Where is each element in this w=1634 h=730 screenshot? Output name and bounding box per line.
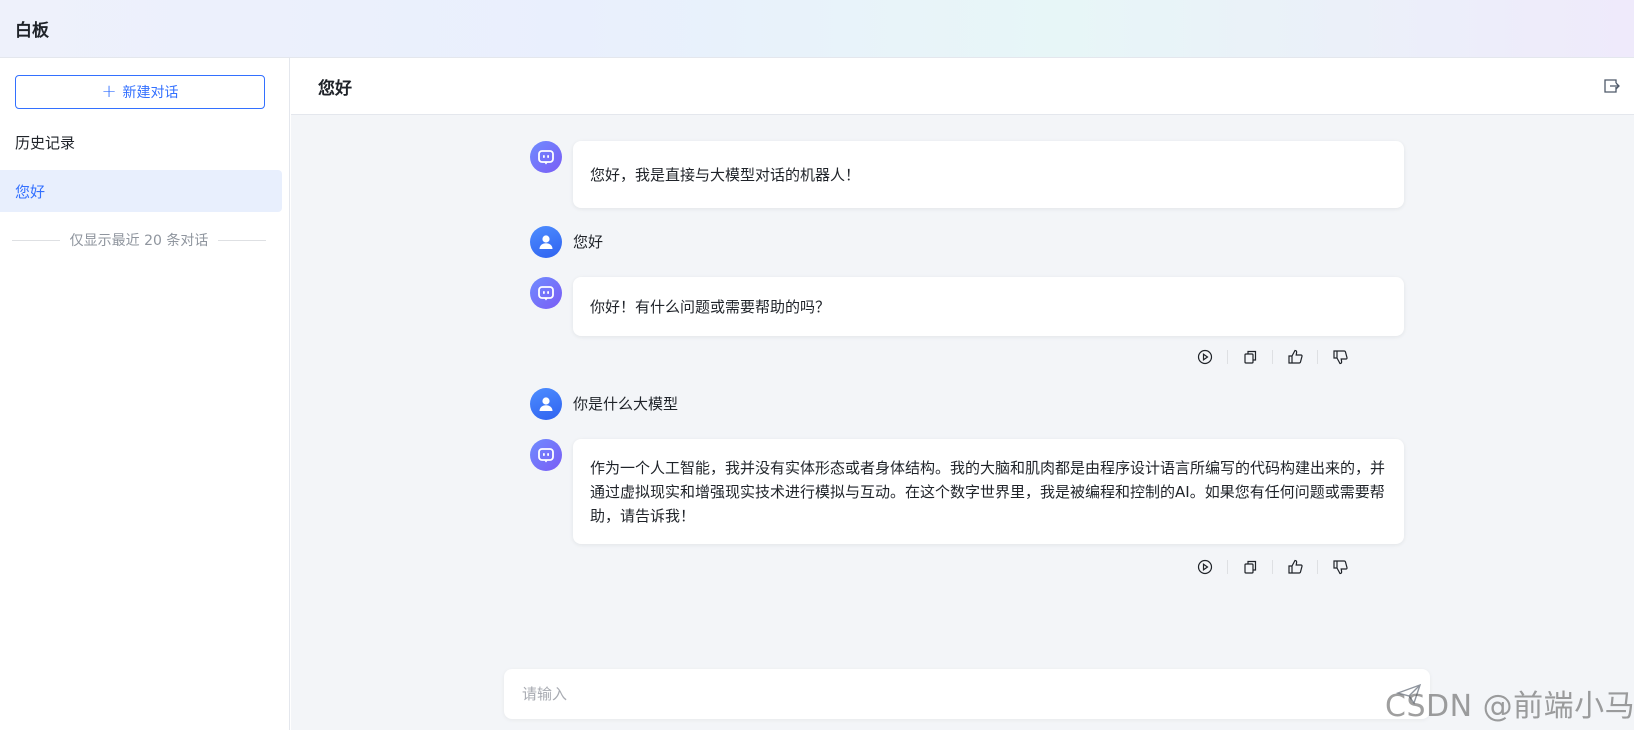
chat-input-box bbox=[504, 669, 1430, 719]
user-message: 您好 bbox=[573, 233, 604, 251]
chat-panel: 您好 您好，我是直接与大模型对话的机器人！ 您好 你好！有什么问题或需要帮助的吗… bbox=[291, 58, 1634, 730]
play-icon bbox=[1197, 559, 1213, 575]
user-icon bbox=[539, 235, 553, 249]
message-text: 您好，我是直接与大模型对话的机器人！ bbox=[590, 165, 861, 184]
robot-icon bbox=[538, 448, 554, 463]
export-icon[interactable] bbox=[1602, 77, 1620, 95]
copy-icon bbox=[1244, 560, 1257, 574]
message-actions bbox=[1183, 347, 1362, 367]
bot-message: 你好！有什么问题或需要帮助的吗？ bbox=[573, 277, 1404, 336]
bot-message: 您好，我是直接与大模型对话的机器人！ bbox=[573, 141, 1404, 208]
history-note: 仅显示最近 20 条对话 bbox=[12, 230, 266, 250]
watermark: CSDN @前端小马 bbox=[1385, 689, 1634, 724]
user-icon bbox=[539, 397, 553, 411]
history-note-text: 仅显示最近 20 条对话 bbox=[69, 233, 209, 249]
play-icon bbox=[1197, 349, 1213, 365]
app-title: 白板 bbox=[15, 21, 49, 41]
user-message: 你是什么大模型 bbox=[573, 395, 679, 413]
new-chat-label: 新建对话 bbox=[122, 85, 179, 101]
bot-avatar bbox=[530, 439, 562, 471]
like-button[interactable] bbox=[1273, 557, 1317, 577]
copy-button[interactable] bbox=[1228, 557, 1272, 577]
chat-header: 您好 bbox=[291, 58, 1634, 115]
like-button[interactable] bbox=[1273, 347, 1317, 367]
thumbs-down-icon bbox=[1333, 350, 1348, 365]
chat-input[interactable] bbox=[504, 669, 1430, 719]
history-heading: 历史记录 bbox=[15, 134, 76, 152]
dislike-button[interactable] bbox=[1318, 347, 1362, 367]
thumbs-down-icon bbox=[1333, 560, 1348, 575]
new-chat-button[interactable]: + 新建对话 bbox=[15, 75, 265, 109]
message-text: 作为一个人工智能，我并没有实体形态或者身体结构。我的大脑和肌肉都是由程序设计语言… bbox=[590, 459, 1386, 525]
user-avatar bbox=[530, 388, 562, 420]
copy-icon bbox=[1244, 350, 1257, 364]
copy-button[interactable] bbox=[1228, 347, 1272, 367]
dislike-button[interactable] bbox=[1318, 557, 1362, 577]
plus-icon: + bbox=[101, 81, 117, 102]
chat-title: 您好 bbox=[318, 78, 352, 99]
divider bbox=[12, 239, 60, 241]
thumbs-up-icon bbox=[1288, 349, 1303, 364]
bot-avatar bbox=[530, 141, 562, 173]
history-item[interactable]: 您好 bbox=[0, 170, 282, 212]
divider bbox=[218, 239, 266, 241]
bot-avatar bbox=[530, 277, 562, 309]
sidebar: + 新建对话 历史记录 您好 仅显示最近 20 条对话 bbox=[0, 58, 290, 730]
history-item-label: 您好 bbox=[15, 182, 46, 201]
play-button[interactable] bbox=[1183, 557, 1227, 577]
message-text: 你好！有什么问题或需要帮助的吗？ bbox=[590, 297, 831, 316]
play-button[interactable] bbox=[1183, 347, 1227, 367]
robot-icon bbox=[538, 150, 554, 165]
app-header: 白板 bbox=[0, 0, 1634, 58]
message-actions bbox=[1183, 557, 1362, 577]
bot-message: 作为一个人工智能，我并没有实体形态或者身体结构。我的大脑和肌肉都是由程序设计语言… bbox=[573, 439, 1404, 544]
thumbs-up-icon bbox=[1288, 559, 1303, 574]
user-avatar bbox=[530, 226, 562, 258]
robot-icon bbox=[538, 286, 554, 301]
